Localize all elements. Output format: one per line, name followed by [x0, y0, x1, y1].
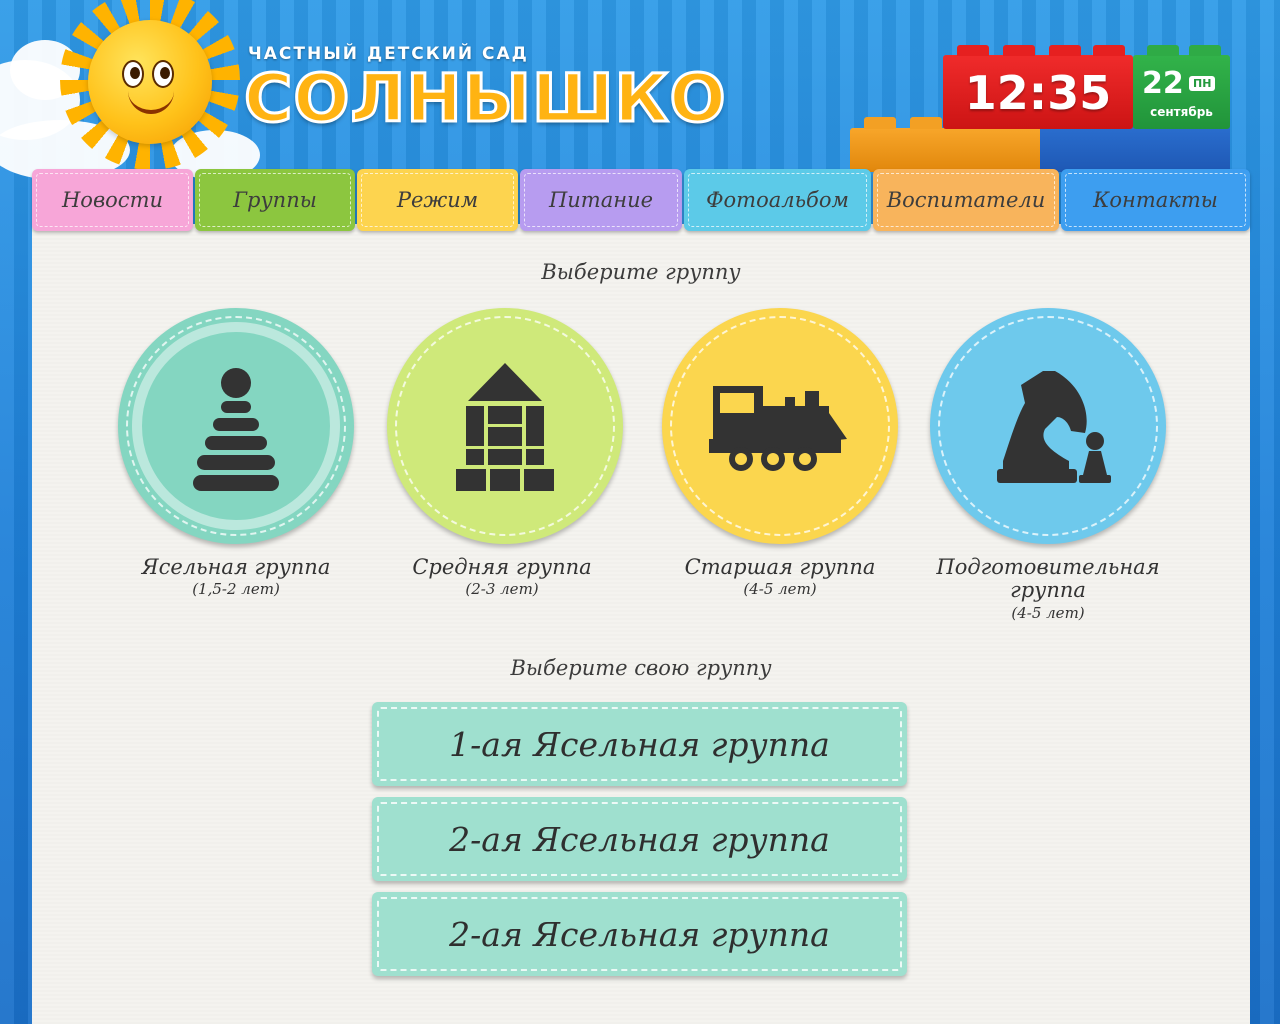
lego-brick-decoration [850, 117, 1042, 172]
clock-date: 22 ПН сентябрь [1133, 45, 1230, 129]
group-age: (2-3 лет) [465, 580, 539, 598]
site-title[interactable]: СОЛНЫШКО [243, 60, 728, 137]
nav-item-label: Воспитатели [886, 188, 1046, 212]
chess-icon [997, 371, 1111, 483]
date-month: сентябрь [1150, 105, 1213, 119]
group-age: (4-5 лет) [743, 580, 817, 598]
nav-item-food[interactable]: Питание [520, 169, 682, 231]
sun-logo-icon[interactable] [50, 0, 250, 175]
clock-time-text: 12:35 [964, 66, 1112, 120]
lego-brick-decoration [1040, 124, 1230, 172]
group-button-3[interactable]: 2-ая Ясельная группа [372, 892, 907, 976]
nav-item-label: Новости [61, 188, 164, 212]
group-age: (4-5 лет) [1011, 604, 1085, 622]
group-card-preparatory[interactable] [930, 308, 1166, 544]
pyramid-toy-icon [193, 368, 279, 491]
groups-heading: Выберите группу [541, 260, 741, 284]
sun-eye-right [152, 60, 174, 88]
sun-eye-left [122, 60, 144, 88]
content-panel: Выберите группу Ясельная группа (1,5-2 л… [32, 224, 1250, 1024]
nav-item-photoalbum[interactable]: Фотоальбом [684, 169, 871, 231]
nav-item-news[interactable]: Новости [32, 169, 193, 231]
group-name[interactable]: Подготовительная группа [918, 556, 1178, 602]
train-icon [709, 386, 847, 471]
group-button-label: 2-ая Ясельная группа [449, 819, 830, 859]
group-name[interactable]: Старшая группа [650, 556, 910, 579]
sun-face [88, 20, 212, 144]
group-button-label: 2-ая Ясельная группа [449, 914, 830, 954]
nav-item-label: Группы [233, 188, 317, 212]
nav-item-label: Фотоальбом [706, 188, 849, 212]
nav-item-label: Режим [396, 188, 479, 212]
nav-item-label: Контакты [1093, 188, 1218, 212]
group-card-middle[interactable] [387, 308, 623, 544]
group-name[interactable]: Ясельная группа [106, 556, 366, 579]
date-weekday: ПН [1189, 76, 1216, 91]
date-day: 22 [1142, 66, 1184, 101]
group-button-label: 1-ая Ясельная группа [449, 724, 830, 764]
nav-item-groups[interactable]: Группы [195, 169, 355, 231]
group-name[interactable]: Средняя группа [372, 556, 632, 579]
group-card-nursery[interactable] [118, 308, 354, 544]
nav-item-label: Питание [548, 188, 654, 212]
group-button-1[interactable]: 1-ая Ясельная группа [372, 702, 907, 786]
nav-item-contacts[interactable]: Контакты [1061, 169, 1250, 231]
nav-item-schedule[interactable]: Режим [357, 169, 518, 231]
own-group-heading: Выберите свою группу [510, 656, 772, 680]
group-button-2[interactable]: 2-ая Ясельная группа [372, 797, 907, 881]
clock-time: 12:35 [943, 45, 1133, 129]
group-card-senior[interactable] [662, 308, 898, 544]
group-age: (1,5-2 лет) [192, 580, 280, 598]
blocks-house-icon [456, 363, 554, 491]
sun-mouth [128, 90, 174, 114]
main-nav: Новости Группы Режим Питание Фотоальбом … [32, 169, 1250, 231]
nav-item-teachers[interactable]: Воспитатели [873, 169, 1059, 231]
